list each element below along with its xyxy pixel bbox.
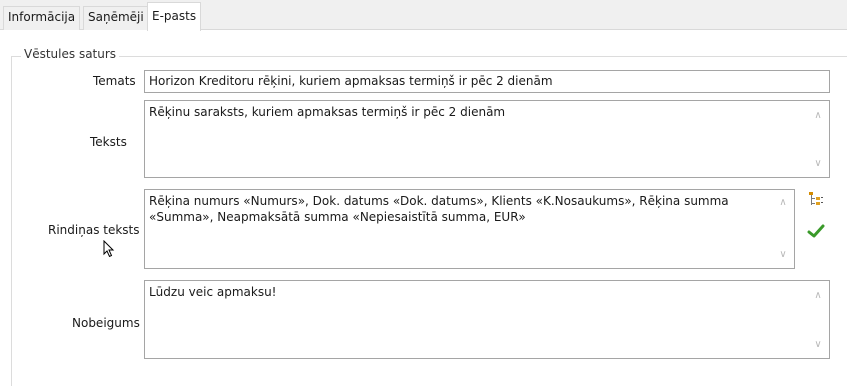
tab-sanemeji[interactable]: Saņēmēji	[83, 6, 149, 30]
subject-input[interactable]: Horizon Kreditoru rēķini, kuriem apmaksa…	[144, 70, 830, 93]
scroll-up-icon[interactable]: ∧	[813, 291, 823, 301]
subject-label: Temats	[93, 74, 136, 88]
body-textarea[interactable]: Rēķinu saraksts, kuriem apmaksas termiņš…	[144, 100, 830, 178]
row-text-line-2: «Summa», Neapmaksātā summa «Nepiesaistīt…	[149, 210, 526, 224]
validate-button[interactable]	[806, 222, 826, 242]
insert-field-icon	[808, 191, 824, 210]
body-label: Teksts	[90, 135, 127, 149]
closing-value: Lūdzu veic apmaksu!	[149, 285, 277, 299]
closing-label: Nobeigums	[72, 316, 140, 330]
scroll-down-icon[interactable]: ∨	[778, 250, 788, 260]
tab-strip: Informācija Saņēmēji E-pasts	[0, 0, 847, 31]
scroll-up-icon[interactable]: ∧	[778, 198, 788, 208]
tab-label: Saņēmēji	[88, 10, 144, 24]
scroll-down-icon[interactable]: ∨	[813, 340, 823, 350]
checkmark-icon	[807, 223, 825, 242]
mouse-cursor-icon	[103, 239, 115, 261]
tab-e-pasts[interactable]: E-pasts	[147, 2, 202, 31]
tab-label: Informācija	[8, 10, 76, 24]
closing-textarea[interactable]: Lūdzu veic apmaksu! ∧ ∨	[144, 280, 830, 359]
insert-field-button[interactable]	[806, 190, 826, 210]
subject-value: Horizon Kreditoru rēķini, kuriem apmaksa…	[149, 74, 553, 88]
row-text-line-1: Rēķina numurs «Numurs», Dok. datums «Dok…	[149, 194, 729, 208]
body-value: Rēķinu saraksts, kuriem apmaksas termiņš…	[149, 105, 506, 119]
row-text-label: Rindiņas teksts	[48, 223, 140, 237]
tab-label: E-pasts	[152, 9, 197, 23]
group-legend: Vēstules saturs	[21, 47, 120, 61]
row-text-textarea[interactable]: Rēķina numurs «Numurs», Dok. datums «Dok…	[144, 189, 795, 269]
scroll-up-icon[interactable]: ∧	[813, 111, 823, 121]
scroll-down-icon[interactable]: ∨	[813, 159, 823, 169]
tab-informacija[interactable]: Informācija	[3, 6, 81, 30]
